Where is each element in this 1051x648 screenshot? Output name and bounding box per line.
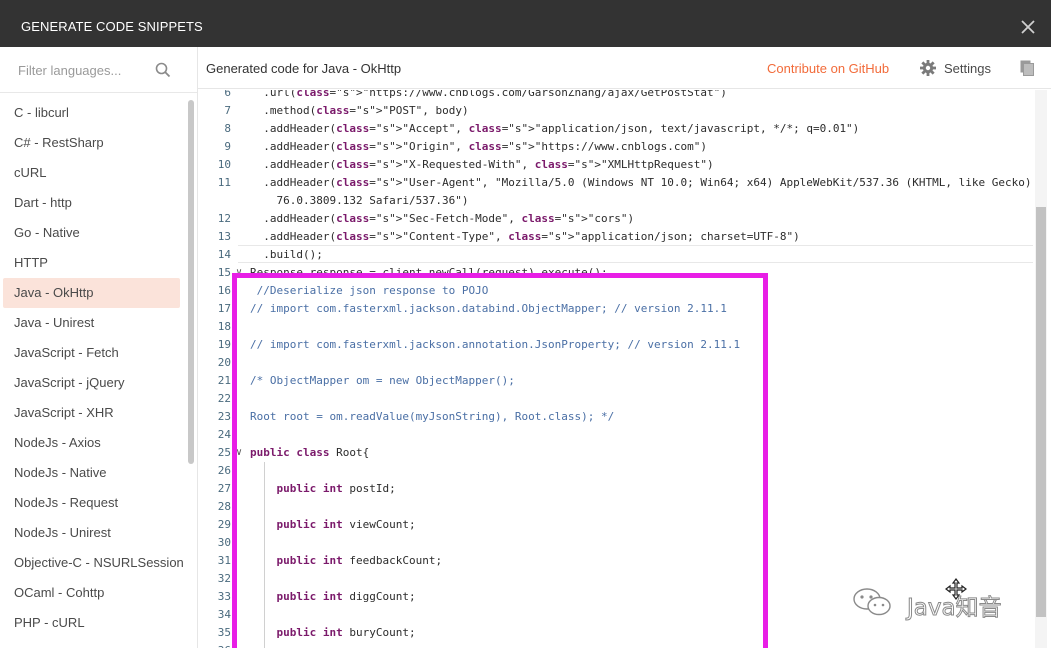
line-number: 6 bbox=[224, 90, 231, 99]
code-line: .url(class="s">"https://www.cnblogs.com/… bbox=[250, 90, 727, 99]
language-item[interactable]: OCaml - Cohttp bbox=[3, 578, 180, 608]
line-number: 20 bbox=[217, 356, 231, 369]
code-panel: Generated code for Java - OkHttp Contrib… bbox=[198, 47, 1051, 648]
line-number: 10 bbox=[217, 158, 231, 171]
code-line: .addHeader(class="s">"Origin", class="s"… bbox=[250, 140, 707, 153]
code-line: .addHeader(class="s">"Sec-Fetch-Mode", c… bbox=[250, 212, 635, 225]
line-number bbox=[198, 192, 231, 210]
language-item[interactable]: NodeJs - Request bbox=[3, 488, 180, 518]
filter-languages bbox=[10, 54, 185, 86]
contribute-on-github-link[interactable]: Contribute on GitHub bbox=[767, 61, 889, 76]
line-number: 23 bbox=[217, 410, 231, 423]
line-number: 11 bbox=[217, 176, 231, 189]
line-number: 28 bbox=[217, 500, 231, 513]
line-number: 13 bbox=[217, 230, 231, 243]
line-number: 9 bbox=[224, 140, 231, 153]
generate-code-dialog: GENERATE CODE SNIPPETS C - libcurlC# - R… bbox=[0, 0, 1051, 648]
line-number: 12 bbox=[217, 212, 231, 225]
language-item[interactable]: NodeJs - Native bbox=[3, 458, 180, 488]
language-sidebar: C - libcurlC# - RestSharpcURLDart - http… bbox=[0, 47, 198, 648]
language-item[interactable]: HTTP bbox=[3, 248, 180, 278]
indent-guide bbox=[264, 462, 265, 648]
line-number: 22 bbox=[217, 392, 231, 405]
wechat-icon bbox=[853, 588, 891, 616]
language-item[interactable]: JavaScript - XHR bbox=[3, 398, 180, 428]
line-number: 33 bbox=[217, 590, 231, 603]
settings-button[interactable]: Settings bbox=[944, 61, 991, 76]
code-editor[interactable]: 6 .url(class="s">"https://www.cnblogs.co… bbox=[198, 90, 1033, 648]
code-panel-header: Generated code for Java - OkHttp Contrib… bbox=[198, 47, 1051, 89]
line-number: 35 bbox=[217, 626, 231, 639]
line-number: 34 bbox=[217, 608, 231, 621]
code-line: Root root = om.readValue(myJsonString), … bbox=[250, 410, 615, 423]
line-number: 15 bbox=[217, 266, 231, 279]
code-line: public int diggCount; bbox=[276, 590, 416, 603]
language-item[interactable]: Java - OkHttp bbox=[3, 278, 180, 308]
line-number: 17 bbox=[217, 302, 231, 315]
language-item[interactable]: NodeJs - Unirest bbox=[3, 518, 180, 548]
language-item[interactable]: Go - Native bbox=[3, 218, 180, 248]
language-item[interactable]: Java - Unirest bbox=[3, 308, 180, 338]
line-number: 26 bbox=[217, 464, 231, 477]
code-line: 76.0.3809.132 Safari/537.36") bbox=[250, 194, 469, 207]
language-item[interactable]: C - libcurl bbox=[3, 98, 180, 128]
line-number: 27 bbox=[217, 482, 231, 495]
line-number: 14 bbox=[217, 248, 231, 261]
line-number: 25 bbox=[217, 446, 231, 459]
line-number: 8 bbox=[224, 122, 231, 135]
fold-toggle-icon[interactable]: ∨ bbox=[236, 444, 242, 462]
language-item[interactable]: C# - RestSharp bbox=[3, 128, 180, 158]
code-line: // import com.fasterxml.jackson.annotati… bbox=[250, 338, 741, 351]
copy-icon[interactable] bbox=[1020, 60, 1034, 76]
line-number: 32 bbox=[217, 572, 231, 585]
dialog-titlebar: GENERATE CODE SNIPPETS bbox=[0, 0, 1051, 47]
line-number: 21 bbox=[217, 374, 231, 387]
gear-icon[interactable] bbox=[919, 59, 937, 77]
line-number: 7 bbox=[224, 104, 231, 117]
language-item[interactable]: PHP - cURL bbox=[3, 608, 180, 638]
generated-code-title: Generated code for Java - OkHttp bbox=[206, 61, 402, 76]
code-line: public int feedbackCount; bbox=[276, 554, 443, 567]
language-item[interactable]: JavaScript - jQuery bbox=[3, 368, 180, 398]
search-icon bbox=[155, 62, 171, 78]
fold-toggle-icon[interactable]: ∨ bbox=[236, 264, 242, 282]
line-number: 19 bbox=[217, 338, 231, 351]
code-line: public int postId; bbox=[276, 482, 396, 495]
code-line: .addHeader(class="s">"Content-Type", cla… bbox=[250, 230, 800, 243]
code-line: .addHeader(class="s">"Accept", class="s"… bbox=[250, 122, 860, 135]
language-item[interactable]: cURL bbox=[3, 158, 180, 188]
code-line: // import com.fasterxml.jackson.databind… bbox=[250, 302, 727, 315]
code-line: public class Root{ bbox=[250, 446, 370, 459]
line-number: 24 bbox=[217, 428, 231, 441]
language-item[interactable]: JavaScript - Fetch bbox=[3, 338, 180, 368]
code-line: .method(class="s">"POST", body) bbox=[250, 104, 469, 117]
line-number: 18 bbox=[217, 320, 231, 333]
line-number: 36 bbox=[198, 642, 231, 648]
code-line: /* ObjectMapper om = new ObjectMapper(); bbox=[250, 374, 515, 387]
language-item[interactable]: Objective-C - NSURLSession bbox=[3, 548, 184, 578]
dialog-title: GENERATE CODE SNIPPETS bbox=[21, 19, 203, 34]
line-number: 30 bbox=[217, 536, 231, 549]
language-list: C - libcurl C# - RestSharp cURL Dart - http… bbox=[0, 98, 185, 638]
language-item[interactable]: Dart - http bbox=[3, 188, 180, 218]
code-scrollbar-thumb[interactable] bbox=[1036, 207, 1046, 617]
code-line: public int viewCount; bbox=[276, 518, 416, 531]
line-number: 31 bbox=[217, 554, 231, 567]
code-line: .build(); bbox=[250, 248, 323, 261]
sidebar-divider bbox=[0, 92, 197, 93]
code-line: Response response = client.newCall(reque… bbox=[250, 266, 608, 279]
code-line: public int buryCount; bbox=[276, 626, 416, 639]
code-line: .addHeader(class="s">"User-Agent", "Mozi… bbox=[250, 176, 1033, 189]
language-item[interactable]: NodeJs - Axios bbox=[3, 428, 180, 458]
active-line-highlight bbox=[238, 245, 1033, 263]
close-icon[interactable] bbox=[1019, 18, 1037, 36]
line-number: 16 bbox=[217, 284, 231, 297]
code-line: //Deserialize json response to POJO bbox=[250, 284, 489, 297]
sidebar-scrollbar[interactable] bbox=[188, 100, 194, 464]
code-line: .addHeader(class="s">"X-Requested-With",… bbox=[250, 158, 714, 171]
watermark-text: Java知音 bbox=[907, 595, 1003, 622]
line-number: 29 bbox=[217, 518, 231, 531]
